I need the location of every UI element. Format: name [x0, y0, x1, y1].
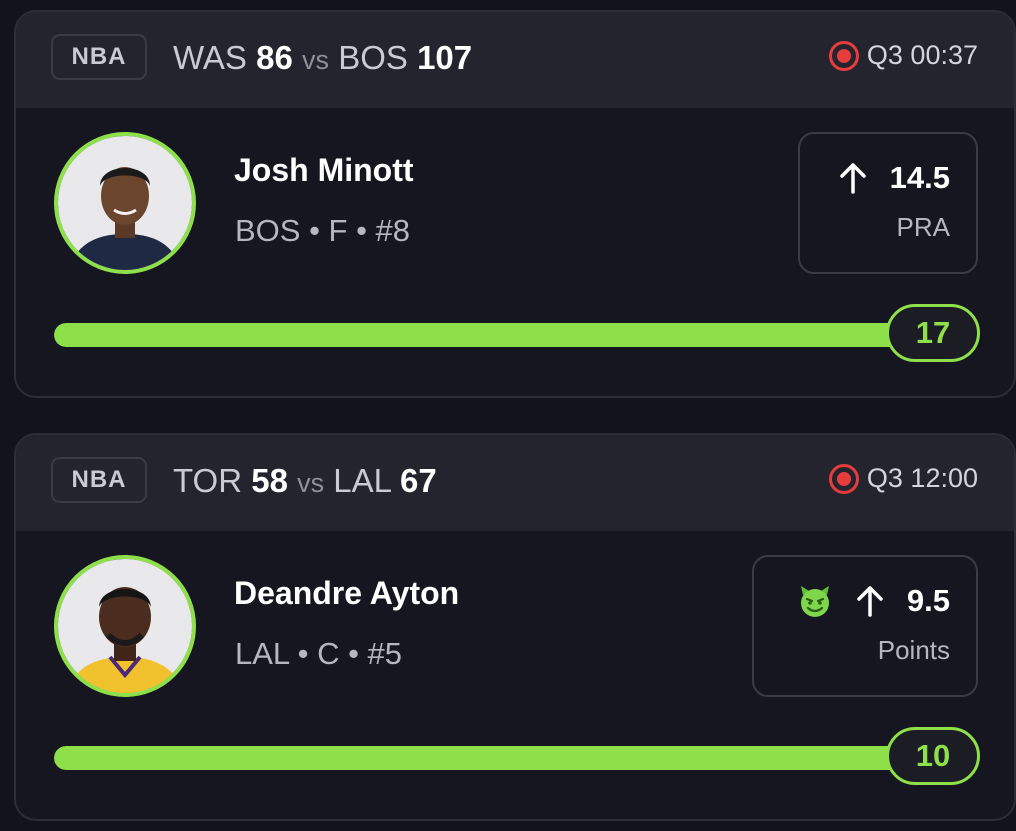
- away-team: WAS: [173, 39, 247, 76]
- player-info: BOS • F • #8: [235, 213, 411, 248]
- vs-label: vs: [302, 45, 330, 75]
- league-badge: NBA: [51, 457, 147, 503]
- stat-type: Points: [877, 635, 950, 665]
- away-score: 86: [256, 39, 293, 76]
- player-info: LAL • C • #5: [235, 636, 403, 671]
- stat-type: PRA: [896, 212, 950, 242]
- player-avatar[interactable]: [54, 132, 196, 274]
- progress-fill: [54, 746, 942, 770]
- game-header: NBA TOR 58 vs LAL 67 Q3 12:00: [16, 435, 1014, 531]
- devil-emoji-icon: [800, 586, 829, 617]
- matchup: TOR 58 vs LAL 67: [173, 460, 437, 504]
- prop-card[interactable]: NBA WAS 86 vs BOS 107 Q3 00:37 Josh Mino…: [14, 10, 1016, 398]
- vs-label: vs: [297, 468, 325, 498]
- game-clock: Q3 00:37: [866, 40, 978, 70]
- line-row: 14.5: [838, 160, 950, 196]
- progress-bar: [54, 323, 942, 347]
- prop-line[interactable]: 14.5 PRA: [798, 132, 978, 274]
- prop-card[interactable]: NBA TOR 58 vs LAL 67 Q3 12:00 Deandre Ay…: [14, 433, 1016, 821]
- player-headshot-icon: [58, 136, 192, 270]
- game-header: NBA WAS 86 vs BOS 107 Q3 00:37: [16, 12, 1014, 108]
- progress-fill: [54, 323, 942, 347]
- game-status: Q3 00:37: [828, 40, 978, 71]
- current-stat-value: 17: [886, 304, 980, 362]
- away-team: TOR: [173, 462, 243, 499]
- current-stat-value: 10: [886, 727, 980, 785]
- live-record-icon: [828, 463, 859, 494]
- player-headshot-icon: [58, 559, 192, 693]
- home-score: 67: [399, 462, 437, 499]
- player-name: Deandre Ayton: [234, 575, 460, 611]
- prop-line[interactable]: 9.5 Points: [752, 555, 978, 697]
- line-value: 14.5: [889, 160, 950, 195]
- home-score: 107: [417, 39, 473, 76]
- arrow-up-icon: [839, 163, 866, 194]
- away-score: 58: [251, 462, 288, 499]
- game-status: Q3 12:00: [828, 463, 978, 494]
- home-team: LAL: [333, 462, 391, 499]
- home-team: BOS: [338, 39, 408, 76]
- matchup: WAS 86 vs BOS 107: [173, 37, 472, 81]
- progress-bar: [54, 746, 942, 770]
- player-avatar[interactable]: [54, 555, 196, 697]
- live-record-icon: [828, 40, 859, 71]
- line-value: 9.5: [906, 583, 950, 618]
- league-badge: NBA: [51, 34, 147, 80]
- line-row: 9.5: [797, 583, 950, 619]
- game-clock: Q3 12:00: [866, 463, 978, 493]
- player-name: Josh Minott: [234, 152, 414, 188]
- arrow-up-icon: [857, 586, 883, 617]
